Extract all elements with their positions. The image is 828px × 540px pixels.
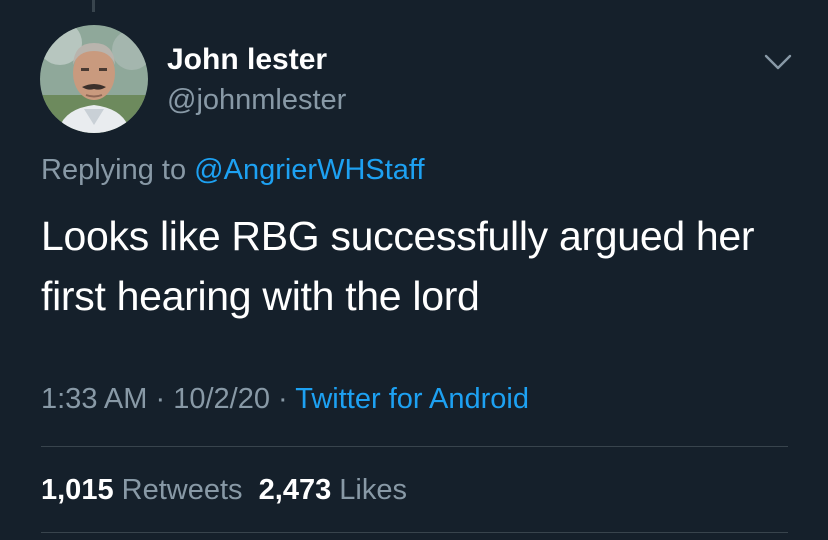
tweet-detail: John lester @johnmlester Replying to @An… bbox=[0, 0, 828, 540]
chevron-down-icon bbox=[764, 54, 792, 70]
replying-to-line: Replying to @AngrierWHStaff bbox=[41, 152, 425, 188]
meta-separator: · bbox=[278, 383, 288, 415]
tweet-meta: 1:33 AM · 10/2/20 · Twitter for Android bbox=[41, 381, 529, 417]
replying-to-mention-link[interactable]: @AngrierWHStaff bbox=[194, 154, 424, 186]
author-name[interactable]: John lester bbox=[167, 42, 327, 78]
retweets-stat[interactable]: 1,015 Retweets bbox=[41, 474, 243, 506]
tweet-date[interactable]: 10/2/20 bbox=[173, 383, 270, 415]
meta-separator: · bbox=[155, 383, 166, 415]
thread-connector-line bbox=[92, 0, 95, 12]
likes-count: 2,473 bbox=[258, 474, 332, 506]
tweet-time[interactable]: 1:33 AM bbox=[41, 383, 147, 415]
tweet-text: Looks like RBG successfully argued her f… bbox=[41, 213, 755, 319]
replying-prefix: Replying to bbox=[41, 154, 187, 186]
divider bbox=[41, 532, 788, 533]
tweet-source-link[interactable]: Twitter for Android bbox=[295, 383, 529, 415]
divider bbox=[41, 446, 788, 447]
likes-label: Likes bbox=[339, 474, 407, 506]
author-handle[interactable]: @johnmlester bbox=[167, 82, 346, 118]
avatar[interactable] bbox=[40, 25, 148, 133]
retweets-label: Retweets bbox=[121, 474, 243, 506]
likes-stat[interactable]: 2,473 Likes bbox=[259, 474, 407, 506]
engagement-stats: 1,015 Retweets 2,473 Likes bbox=[41, 472, 407, 508]
retweets-count: 1,015 bbox=[41, 474, 114, 506]
more-options-button[interactable] bbox=[760, 48, 796, 76]
